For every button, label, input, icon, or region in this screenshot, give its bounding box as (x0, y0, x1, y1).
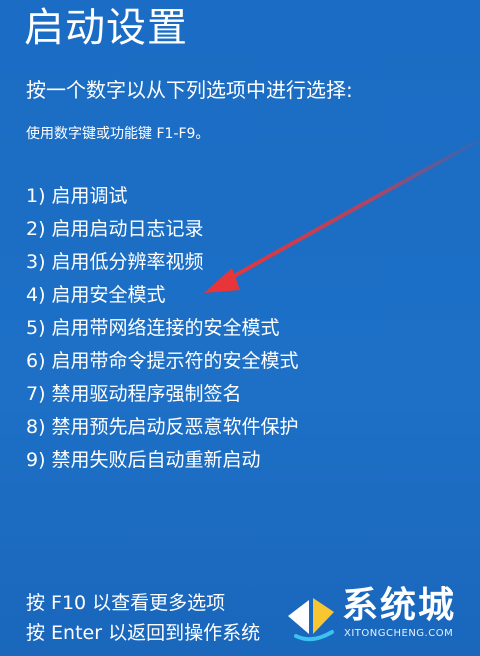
page-title: 启动设置 (24, 5, 188, 51)
option-enable-low-resolution-video[interactable]: 3) 启用低分辨率视频 (26, 246, 299, 279)
option-disable-driver-signature-enforcement[interactable]: 7) 禁用驱动程序强制签名 (26, 378, 299, 411)
key-hint: 使用数字键或功能键 F1-F9。 (26, 126, 210, 142)
return-to-os-hint[interactable]: 按 Enter 以返回到操作系统 (26, 618, 260, 648)
startup-options-list: 1) 启用调试 2) 启用启动日志记录 3) 启用低分辨率视频 4) 启用安全模… (26, 180, 299, 477)
option-enable-safe-mode-command-prompt[interactable]: 6) 启用带命令提示符的安全模式 (26, 345, 299, 378)
footer-instructions: 按 F10 以查看更多选项 按 Enter 以返回到操作系统 (26, 588, 260, 648)
option-disable-auto-restart-after-failure[interactable]: 9) 禁用失败后自动重新启动 (26, 444, 299, 477)
option-enable-boot-logging[interactable]: 2) 启用启动日志记录 (26, 213, 299, 246)
more-options-hint[interactable]: 按 F10 以查看更多选项 (26, 588, 260, 618)
boot-settings-screen: 启动设置 按一个数字以从下列选项中进行选择: 使用数字键或功能键 F1-F9。 … (0, 0, 480, 656)
option-enable-safe-mode[interactable]: 4) 启用安全模式 (26, 279, 299, 312)
option-enable-safe-mode-networking[interactable]: 5) 启用带网络连接的安全模式 (26, 312, 299, 345)
xitongcheng-logo-icon (288, 598, 334, 642)
watermark-brand: 系统城 (342, 585, 457, 626)
watermark-domain: XITONGCHENG.COM (344, 628, 454, 639)
selection-prompt: 按一个数字以从下列选项中进行选择: (26, 78, 353, 102)
option-disable-early-launch-antimalware[interactable]: 8) 禁用预先启动反恶意软件保护 (26, 411, 299, 444)
watermark: 系统城 XITONGCHENG.COM (282, 584, 472, 646)
option-enable-debugging[interactable]: 1) 启用调试 (26, 180, 299, 213)
